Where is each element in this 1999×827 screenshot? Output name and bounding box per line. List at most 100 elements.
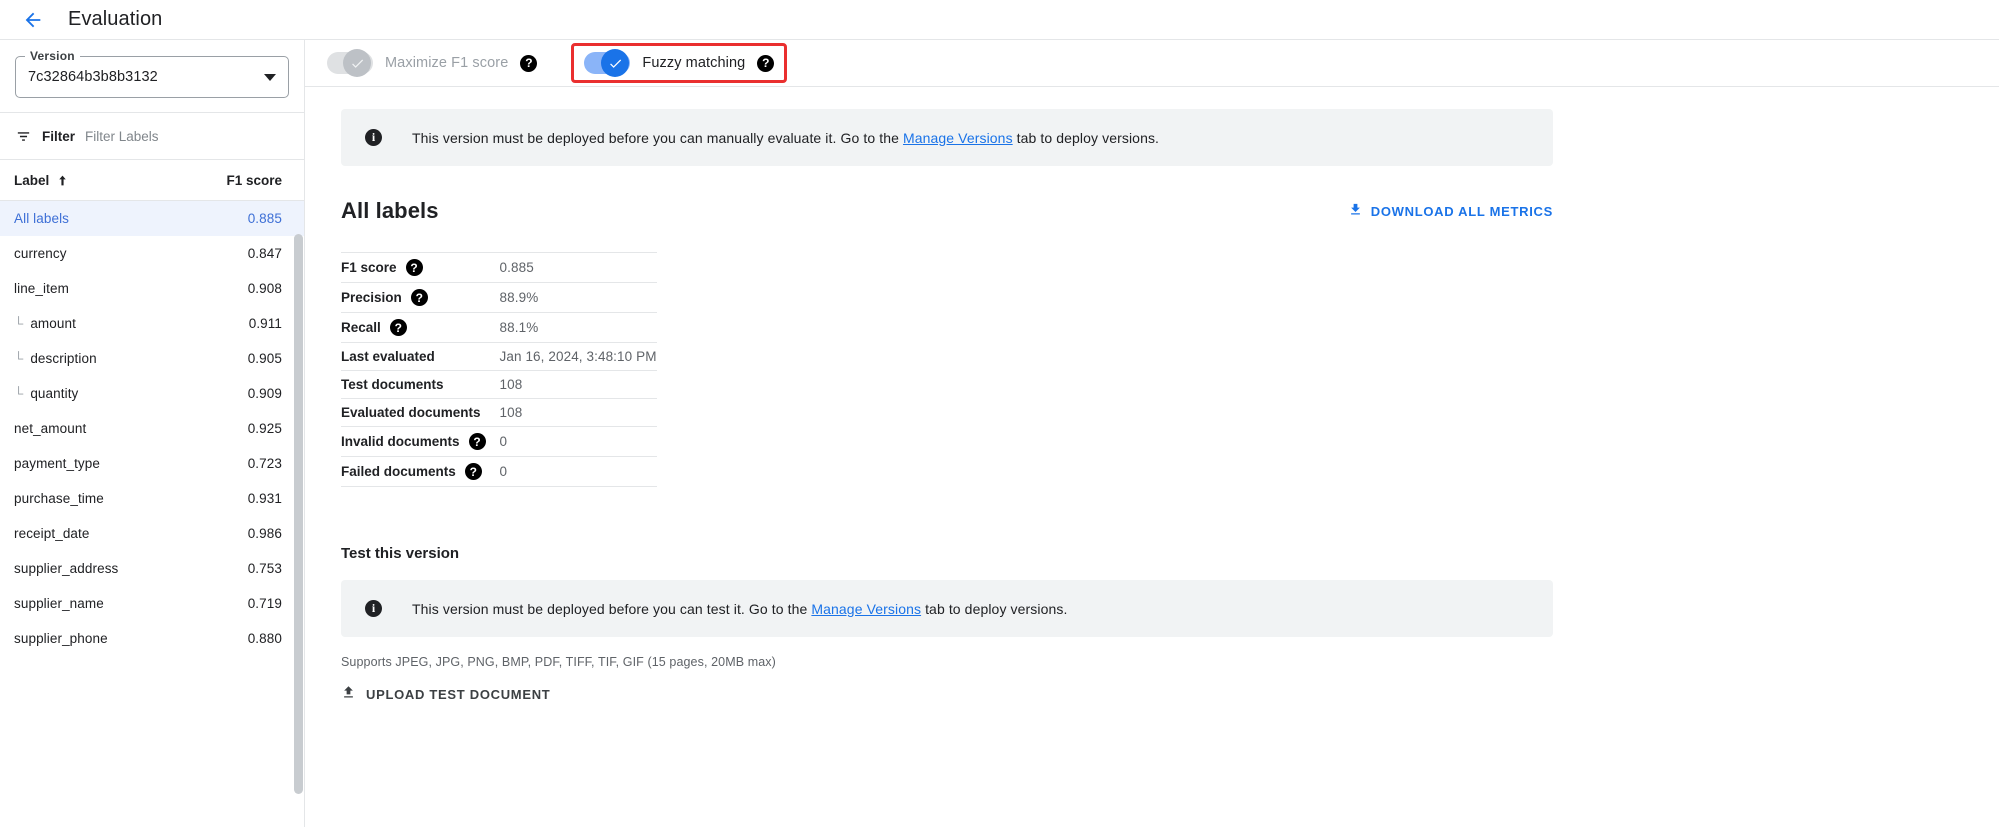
manage-versions-link[interactable]: Manage Versions: [811, 601, 921, 617]
fuzzy-matching-toggle-group: Fuzzy matching ?: [571, 43, 787, 83]
filter-labels-input[interactable]: [85, 129, 289, 144]
label-row-name: └ amount: [14, 316, 76, 331]
upload-test-document-button[interactable]: UPLOAD TEST DOCUMENT: [341, 685, 550, 703]
metrics-key-wrap: Evaluated documents: [341, 405, 486, 420]
back-arrow-icon[interactable]: [16, 3, 50, 37]
fuzzy-matching-switch[interactable]: [584, 52, 630, 74]
label-row[interactable]: └amount0.911: [0, 306, 304, 341]
label-row[interactable]: └quantity0.909: [0, 376, 304, 411]
version-select[interactable]: Version 7c32864b3b8b3132: [15, 56, 289, 98]
label-row-text: description: [30, 351, 96, 366]
tree-branch-icon: └: [14, 352, 23, 365]
metrics-row-value: 108: [486, 371, 657, 399]
metrics-row: Recall?88.1%: [341, 313, 657, 343]
version-legend: Version: [25, 49, 80, 63]
help-circle-icon[interactable]: ?: [411, 289, 428, 306]
label-row-score: 0.719: [248, 596, 282, 611]
metrics-key-text: Invalid documents: [341, 434, 460, 449]
toggle-bar: Maximize F1 score ? Fuzzy matching ?: [305, 40, 1999, 87]
label-row-name: currency: [14, 246, 67, 261]
tree-branch-icon: └: [14, 317, 23, 330]
sidebar-scrollbar[interactable]: [294, 234, 303, 794]
download-all-metrics-button[interactable]: DOWNLOAD ALL METRICS: [1348, 202, 1553, 220]
metrics-key-text: Evaluated documents: [341, 405, 481, 420]
help-circle-icon[interactable]: ?: [465, 463, 482, 480]
label-row-score: 0.908: [248, 281, 282, 296]
version-value: 7c32864b3b8b3132: [28, 69, 158, 85]
filter-label: Filter: [42, 129, 75, 144]
metrics-row-value: 0.885: [486, 253, 657, 283]
label-row-text: quantity: [30, 386, 78, 401]
metrics-row-value: 108: [486, 399, 657, 427]
label-row-name: └ description: [14, 351, 97, 366]
test-this-version-title: Test this version: [341, 545, 1963, 562]
banner-text-after: tab to deploy versions.: [1013, 130, 1159, 146]
f1-score-column-header: F1 score: [226, 173, 282, 188]
label-row[interactable]: purchase_time0.931: [0, 481, 304, 516]
maximize-f1-help-icon[interactable]: ?: [520, 55, 537, 72]
metrics-row-key: Last evaluated: [341, 343, 486, 371]
label-row[interactable]: line_item 0.908: [0, 271, 304, 306]
download-icon: [1348, 202, 1363, 220]
sidebar: Version 7c32864b3b8b3132 Filter Label F1…: [0, 40, 305, 827]
metrics-row-key: Invalid documents?: [341, 427, 486, 457]
tree-branch-icon: └: [14, 387, 23, 400]
fuzzy-matching-help-icon[interactable]: ?: [757, 55, 774, 72]
metrics-row-value: 88.1%: [486, 313, 657, 343]
label-row-name: net_amount: [14, 421, 86, 436]
help-circle-icon[interactable]: ?: [469, 433, 486, 450]
label-row-name: supplier_address: [14, 561, 118, 576]
label-row-text: amount: [30, 316, 76, 331]
label-row[interactable]: └ description 0.905: [0, 341, 304, 376]
metrics-row-key: Evaluated documents: [341, 399, 486, 427]
page-title: Evaluation: [68, 8, 162, 31]
upload-icon: [341, 685, 356, 703]
main-panel: Maximize F1 score ? Fuzzy matching ? i: [305, 40, 1999, 827]
label-row-text: net_amount: [14, 421, 86, 436]
metrics-key-wrap: Invalid documents?: [341, 433, 486, 450]
metrics-key-text: Last evaluated: [341, 349, 435, 364]
maximize-f1-label: Maximize F1 score: [385, 55, 508, 71]
metrics-key-text: Precision: [341, 290, 402, 305]
app-bar: Evaluation: [0, 0, 1999, 40]
label-row[interactable]: All labels0.885: [0, 201, 304, 236]
maximize-f1-toggle-group: Maximize F1 score ?: [315, 43, 549, 83]
switch-knob: [601, 49, 629, 77]
metrics-row: Evaluated documents 108: [341, 399, 657, 427]
label-row-text: receipt_date: [14, 526, 90, 541]
metrics-row-key: Failed documents?: [341, 457, 486, 487]
label-row[interactable]: supplier_address 0.753: [0, 551, 304, 586]
label-row-text: line_item: [14, 281, 69, 296]
metrics-key-text: Test documents: [341, 377, 444, 392]
filter-icon[interactable]: [15, 128, 32, 145]
metrics-row-key: Precision?: [341, 283, 486, 313]
label-row-score: 0.753: [248, 561, 282, 576]
label-row-name: supplier_phone: [14, 631, 108, 646]
label-row[interactable]: supplier_name0.719: [0, 586, 304, 621]
metrics-table: F1 score?0.885Precision?88.9%Recall?88.1…: [341, 252, 657, 487]
test-info-banner: i This version must be deployed before y…: [341, 580, 1553, 637]
label-row-score: 0.905: [248, 351, 282, 366]
maximize-f1-switch[interactable]: [327, 52, 373, 74]
metrics-key-wrap: Precision?: [341, 289, 486, 306]
metrics-row-value: 0: [486, 427, 657, 457]
metrics-row-value: Jan 16, 2024, 3:48:10 PM: [486, 343, 657, 371]
upload-test-document-label: UPLOAD TEST DOCUMENT: [366, 687, 550, 702]
label-row-score: 0.723: [248, 456, 282, 471]
metrics-key-wrap: F1 score?: [341, 259, 486, 276]
metrics-row-value: 88.9%: [486, 283, 657, 313]
all-labels-section-header: All labels DOWNLOAD ALL METRICS: [341, 198, 1553, 224]
sort-ascending-arrow-icon: [56, 174, 69, 187]
label-row[interactable]: currency0.847: [0, 236, 304, 271]
help-circle-icon[interactable]: ?: [390, 319, 407, 336]
chevron-down-icon: [264, 74, 276, 81]
label-row[interactable]: payment_type0.723: [0, 446, 304, 481]
label-row[interactable]: supplier_phone0.880: [0, 621, 304, 656]
manage-versions-link[interactable]: Manage Versions: [903, 130, 1013, 146]
switch-knob: [343, 49, 371, 77]
label-row[interactable]: net_amount0.925: [0, 411, 304, 446]
help-circle-icon[interactable]: ?: [406, 259, 423, 276]
label-row[interactable]: receipt_date0.986: [0, 516, 304, 551]
metrics-key-text: F1 score: [341, 260, 397, 275]
label-list-header[interactable]: Label F1 score: [0, 160, 304, 201]
